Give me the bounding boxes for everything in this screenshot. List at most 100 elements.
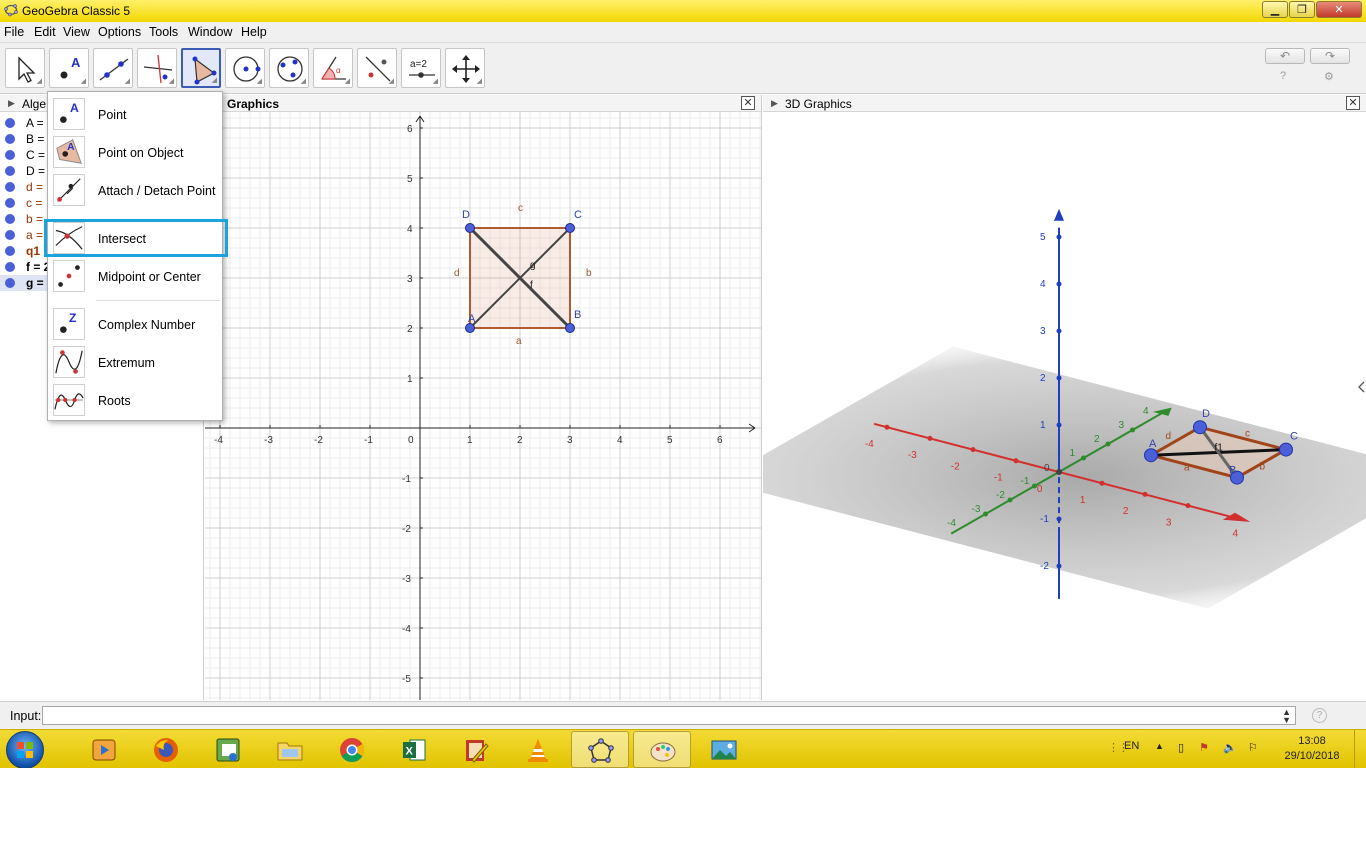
taskbar-chrome[interactable]: [323, 731, 381, 768]
z-tick-label: 2: [1040, 373, 1046, 384]
segment-g-label: g: [530, 260, 536, 271]
graphics-canvas[interactable]: -4 -3 -2 -1 0 1 2 3 4 5 6 6 5 4 3 2 1 -1 -2 -3 -4 -5 a b c d fg A B C…: [205, 112, 761, 700]
maximize-button[interactable]: ❐: [1289, 1, 1315, 18]
menu-item-attach-detach-point[interactable]: Attach / Detach Point: [48, 171, 224, 209]
perpendicular-line-tool-button[interactable]: ◢: [137, 48, 177, 88]
segment-b-3d-label: b: [1260, 462, 1266, 473]
menu-item-complex-number[interactable]: Z Complex Number: [48, 305, 224, 343]
windows-logo-icon: [17, 742, 33, 758]
show-desktop-button[interactable]: [1354, 730, 1366, 768]
circle-three-points-tool-button[interactable]: ◢: [269, 48, 309, 88]
undo-button[interactable]: ↶: [1265, 48, 1305, 64]
point-tool-button[interactable]: A ◢: [49, 48, 89, 88]
menu-file[interactable]: File: [4, 25, 24, 39]
action-center-icon[interactable]: ⚐: [1248, 741, 1258, 754]
algebra-row-text: a =: [26, 228, 44, 242]
volume-icon[interactable]: 🔈: [1223, 741, 1237, 754]
menu-window[interactable]: Window: [188, 25, 232, 39]
minimize-button[interactable]: ▁: [1262, 1, 1288, 18]
segment-d-3d-label: d: [1166, 431, 1172, 442]
taskbar-geogebra-installer[interactable]: [199, 731, 257, 768]
menu-separator: [96, 300, 220, 301]
taskbar-file-explorer[interactable]: [261, 731, 319, 768]
polygon-tool-button[interactable]: ◢: [181, 48, 221, 88]
visibility-toggle[interactable]: [5, 150, 15, 160]
network-icon[interactable]: ⚑: [1199, 741, 1209, 754]
visibility-toggle[interactable]: [5, 262, 15, 272]
redo-button[interactable]: ↷: [1310, 48, 1350, 64]
move-tool-button[interactable]: ◢: [5, 48, 45, 88]
circle-tool-button[interactable]: ◢: [225, 48, 265, 88]
visibility-toggle[interactable]: [5, 246, 15, 256]
menu-item-intersect[interactable]: Intersect: [44, 219, 228, 257]
battery-icon[interactable]: ▯: [1178, 741, 1184, 754]
start-button[interactable]: [6, 731, 44, 768]
taskbar-geogebra[interactable]: [571, 731, 629, 768]
collapse-arrow-icon[interactable]: ▶: [771, 98, 778, 109]
close-button[interactable]: ✕: [1316, 1, 1362, 18]
x-tick-label: 1: [1080, 495, 1086, 506]
visibility-toggle[interactable]: [5, 278, 15, 288]
close-view-icon[interactable]: ✕: [1346, 96, 1360, 110]
close-view-icon[interactable]: ✕: [741, 96, 755, 110]
visibility-toggle[interactable]: [5, 214, 15, 224]
input-field[interactable]: ▲ ▼: [42, 706, 1296, 725]
menu-item-label: Roots: [98, 394, 131, 408]
graphics-3d-view[interactable]: ▶ 3D Graphics ✕ 5 4 3 2 1 -1 -2 -4 -3 -2 -1 0 1 2 3 4 4 3…: [763, 95, 1366, 700]
minimize-icon: ▁: [1270, 4, 1280, 16]
settings-gear-icon[interactable]: ⚙: [1324, 70, 1334, 83]
visibility-toggle[interactable]: [5, 182, 15, 192]
input-help-icon[interactable]: ?: [1312, 708, 1327, 723]
visibility-toggle[interactable]: [5, 134, 15, 144]
collapse-arrow-icon[interactable]: ▶: [8, 98, 15, 109]
taskbar-excel[interactable]: X: [385, 731, 443, 768]
line-tool-button[interactable]: ◢: [93, 48, 133, 88]
angle-tool-button[interactable]: α ◢: [313, 48, 353, 88]
input-history-arrows-icon[interactable]: ▲ ▼: [1282, 708, 1291, 725]
taskbar-paint[interactable]: [633, 731, 691, 768]
clock[interactable]: 13:08 29/10/2018: [1278, 734, 1346, 764]
taskbar-photo-viewer[interactable]: [695, 731, 753, 768]
menu-options[interactable]: Options: [98, 25, 141, 39]
menu-item-roots[interactable]: Roots: [48, 381, 224, 419]
menu-item-label: Complex Number: [98, 318, 196, 332]
visibility-toggle[interactable]: [5, 230, 15, 240]
help-icon[interactable]: ?: [1280, 70, 1286, 82]
menu-item-midpoint-or-center[interactable]: Midpoint or Center: [48, 257, 224, 295]
taskbar-writer-app[interactable]: [447, 731, 505, 768]
taskbar-firefox[interactable]: [137, 731, 195, 768]
x-tick-label: 1: [467, 435, 473, 446]
menu-item-extremum[interactable]: Extremum: [48, 343, 224, 381]
move-graphics-view-tool-button[interactable]: ◢: [445, 48, 485, 88]
language-indicator[interactable]: EN: [1124, 740, 1139, 752]
y-tick: [1130, 427, 1135, 433]
menu-item-point-on-object[interactable]: A Point on Object: [48, 133, 224, 171]
y-tick-label: 4: [1143, 406, 1149, 417]
y-tick-label: -4: [402, 624, 411, 635]
reflect-tool-button[interactable]: ◢: [357, 48, 397, 88]
algebra-title: Alge: [22, 97, 47, 111]
graphics-view[interactable]: Graphics ✕ -4 -3 -2 -1 0 1 2 3 4 5 6 6 5 4 3 2 1 -1 -2 -3 -4…: [205, 95, 762, 700]
menu-item-label: Point on Object: [98, 146, 184, 160]
x-tick-label: -4: [865, 439, 874, 450]
x-tick-label: 0: [1037, 484, 1043, 495]
x-tick-label: 5: [667, 435, 673, 446]
taskbar-media-player[interactable]: [75, 731, 133, 768]
taskbar-vlc[interactable]: [509, 731, 567, 768]
x-tick-label: -3: [908, 450, 917, 461]
menu-edit[interactable]: Edit: [34, 25, 56, 39]
y-tick: [1032, 483, 1037, 489]
segment-d-label: d: [454, 268, 460, 279]
y-tick-label: 3: [1119, 420, 1125, 431]
menu-item-point[interactable]: A Point: [48, 95, 224, 133]
menu-help[interactable]: Help: [241, 25, 267, 39]
visibility-toggle[interactable]: [5, 118, 15, 128]
visibility-toggle[interactable]: [5, 166, 15, 176]
menu-view[interactable]: View: [63, 25, 90, 39]
firefox-icon: [154, 738, 178, 762]
graphics-3d-canvas[interactable]: 5 4 3 2 1 -1 -2 -4 -3 -2 -1 0 1 2 3 4 4 3 2 1 -1 -2 -3 -4 0 a b c d f…: [763, 112, 1366, 700]
visibility-toggle[interactable]: [5, 198, 15, 208]
menu-tools[interactable]: Tools: [149, 25, 178, 39]
tray-expand-icon[interactable]: ▲: [1155, 741, 1164, 751]
slider-tool-button[interactable]: a=2 ◢: [401, 48, 441, 88]
